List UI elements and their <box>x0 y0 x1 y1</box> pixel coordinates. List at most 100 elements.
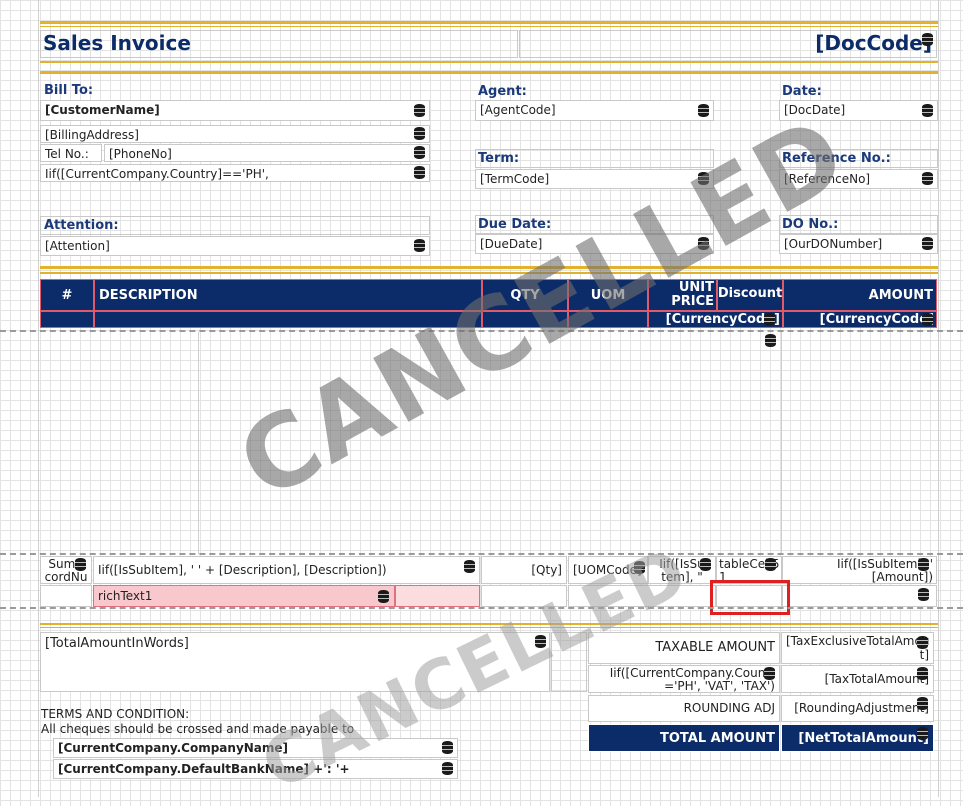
qty-cell[interactable]: [Qty] <box>481 556 567 584</box>
taxable-value-line1: [TaxExclusiveTotalAmou <box>786 634 930 648</box>
tax-expr-line2: ='PH', 'VAT', 'TAX') <box>664 679 775 693</box>
gold-rule <box>40 71 938 74</box>
attention-field[interactable]: [Attention] <box>40 236 430 256</box>
band-separator <box>0 553 963 555</box>
header-description[interactable]: DESCRIPTION <box>94 279 482 311</box>
phone-field[interactable]: [PhoneNo] <box>104 144 430 162</box>
agent-field[interactable]: [AgentCode] <box>475 100 714 121</box>
currency-code-price[interactable]: [CurrencyCode] <box>648 311 783 328</box>
rounding-label[interactable]: ROUNDING ADJ <box>588 695 780 722</box>
due-date-label: Due Date: <box>478 217 552 232</box>
date-field[interactable]: [DocDate] <box>779 100 938 121</box>
do-number-label: DO No.: <box>782 217 839 232</box>
database-icon <box>464 560 475 573</box>
database-icon <box>764 313 775 326</box>
terms-title: TERMS AND CONDITION: <box>41 707 190 721</box>
database-icon <box>918 558 929 571</box>
empty-cell[interactable] <box>40 585 92 607</box>
rich-text-control[interactable]: richText1 <box>93 585 395 607</box>
database-icon <box>922 33 933 46</box>
selection-highlight[interactable] <box>710 580 790 615</box>
do-number-field[interactable]: [OurDONumber] <box>779 234 938 254</box>
database-icon <box>414 127 425 140</box>
database-icon <box>414 146 425 159</box>
tel-label[interactable]: Tel No.: <box>40 144 102 162</box>
database-icon <box>414 104 425 117</box>
page-title: Sales Invoice <box>43 31 191 55</box>
header-amount[interactable]: AMOUNT <box>783 279 937 311</box>
header2-empty[interactable] <box>568 311 648 328</box>
spacer-cell[interactable] <box>551 632 587 692</box>
header-number[interactable]: # <box>40 279 94 311</box>
column-guide <box>198 332 199 554</box>
band-separator <box>0 330 963 332</box>
database-icon <box>535 635 546 648</box>
database-icon <box>634 561 645 574</box>
country-expression-field[interactable]: Iif([CurrentCompany.Country]=='PH', <box>40 164 430 182</box>
tax-total-field[interactable]: [TaxTotalAmount] <box>781 665 934 693</box>
tax-label-expression[interactable]: Iif([CurrentCompany.Countr ='PH', 'VAT',… <box>588 665 780 693</box>
header2-empty[interactable] <box>40 311 94 328</box>
total-amount-field[interactable]: [NetTotalAmount] <box>781 724 934 752</box>
gold-rule <box>40 623 938 625</box>
gold-rule <box>40 627 938 628</box>
reference-label: Reference No.: <box>782 151 891 166</box>
rich-text-extension[interactable] <box>395 585 480 607</box>
database-icon <box>918 588 929 601</box>
date-label: Date: <box>782 84 822 99</box>
header-uom[interactable]: UOM <box>568 279 648 311</box>
database-icon <box>922 313 933 326</box>
title-cell[interactable]: Sales Invoice <box>40 30 518 58</box>
company-name-field[interactable]: [CurrentCompany.CompanyName] <box>53 738 458 758</box>
database-icon <box>765 334 776 347</box>
customer-name-field[interactable]: [CustomerName] <box>40 100 430 121</box>
reference-field[interactable]: [ReferenceNo] <box>779 169 938 189</box>
header2-empty[interactable] <box>94 311 482 328</box>
database-icon <box>765 558 776 571</box>
rounding-field[interactable]: [RoundingAdjustment] <box>781 695 934 722</box>
database-icon <box>414 166 425 179</box>
amount-in-words-field[interactable]: [TotalAmountInWords] <box>40 632 550 692</box>
header-discount[interactable]: Discount <box>717 279 783 311</box>
gold-rule <box>40 266 938 269</box>
header-unit-price-line2: PRICE <box>671 294 714 309</box>
gold-rule <box>40 26 938 27</box>
header2-empty[interactable] <box>482 311 568 328</box>
database-icon <box>698 172 709 185</box>
database-icon <box>414 239 425 252</box>
database-icon <box>442 741 453 754</box>
column-guide <box>781 332 782 554</box>
doc-code-cell[interactable]: [DocCode] <box>519 30 937 58</box>
currency-code-amount[interactable]: [CurrencyCode] <box>783 311 937 328</box>
sum-line2: cordNu <box>44 570 88 584</box>
empty-cell[interactable] <box>481 585 567 607</box>
taxable-amount-label[interactable]: TAXABLE AMOUNT <box>588 632 780 664</box>
total-amount-label[interactable]: TOTAL AMOUNT <box>588 724 780 752</box>
attention-label-cell[interactable] <box>40 216 430 235</box>
database-icon <box>917 636 928 649</box>
database-icon <box>917 697 928 710</box>
database-icon <box>764 667 775 680</box>
gold-rule <box>40 61 938 63</box>
terms-text: All cheques should be crossed and made p… <box>41 722 355 736</box>
term-field[interactable]: [TermCode] <box>475 169 714 189</box>
price-expr-line2: tem], " <box>661 570 703 584</box>
header-unit-price[interactable]: UNIT PRICE <box>648 279 717 311</box>
billing-address-field[interactable]: [BillingAddress] <box>40 125 430 143</box>
taxable-amount-field[interactable]: [TaxExclusiveTotalAmou t] <box>781 632 934 664</box>
database-icon <box>75 558 86 571</box>
header-qty[interactable]: QTY <box>482 279 568 311</box>
band-separator <box>0 607 963 609</box>
database-icon <box>917 727 928 740</box>
term-label: Term: <box>478 151 520 166</box>
taxable-value-line2: t] <box>919 648 929 662</box>
database-icon <box>700 558 711 571</box>
amount-expression-cell[interactable]: Iif([IsSubItem], ' [Amount]) <box>782 556 937 584</box>
description-expression-cell[interactable]: Iif([IsSubItem], ' ' + [Description], [D… <box>93 556 480 584</box>
due-date-field[interactable]: [DueDate] <box>475 234 714 254</box>
empty-cell[interactable] <box>782 585 937 607</box>
bank-name-field[interactable]: [CurrentCompany.DefaultBankName] +': '+ <box>53 759 458 779</box>
database-icon <box>698 104 709 117</box>
bill-to-label: Bill To: <box>44 83 94 98</box>
empty-cell[interactable] <box>568 585 716 607</box>
